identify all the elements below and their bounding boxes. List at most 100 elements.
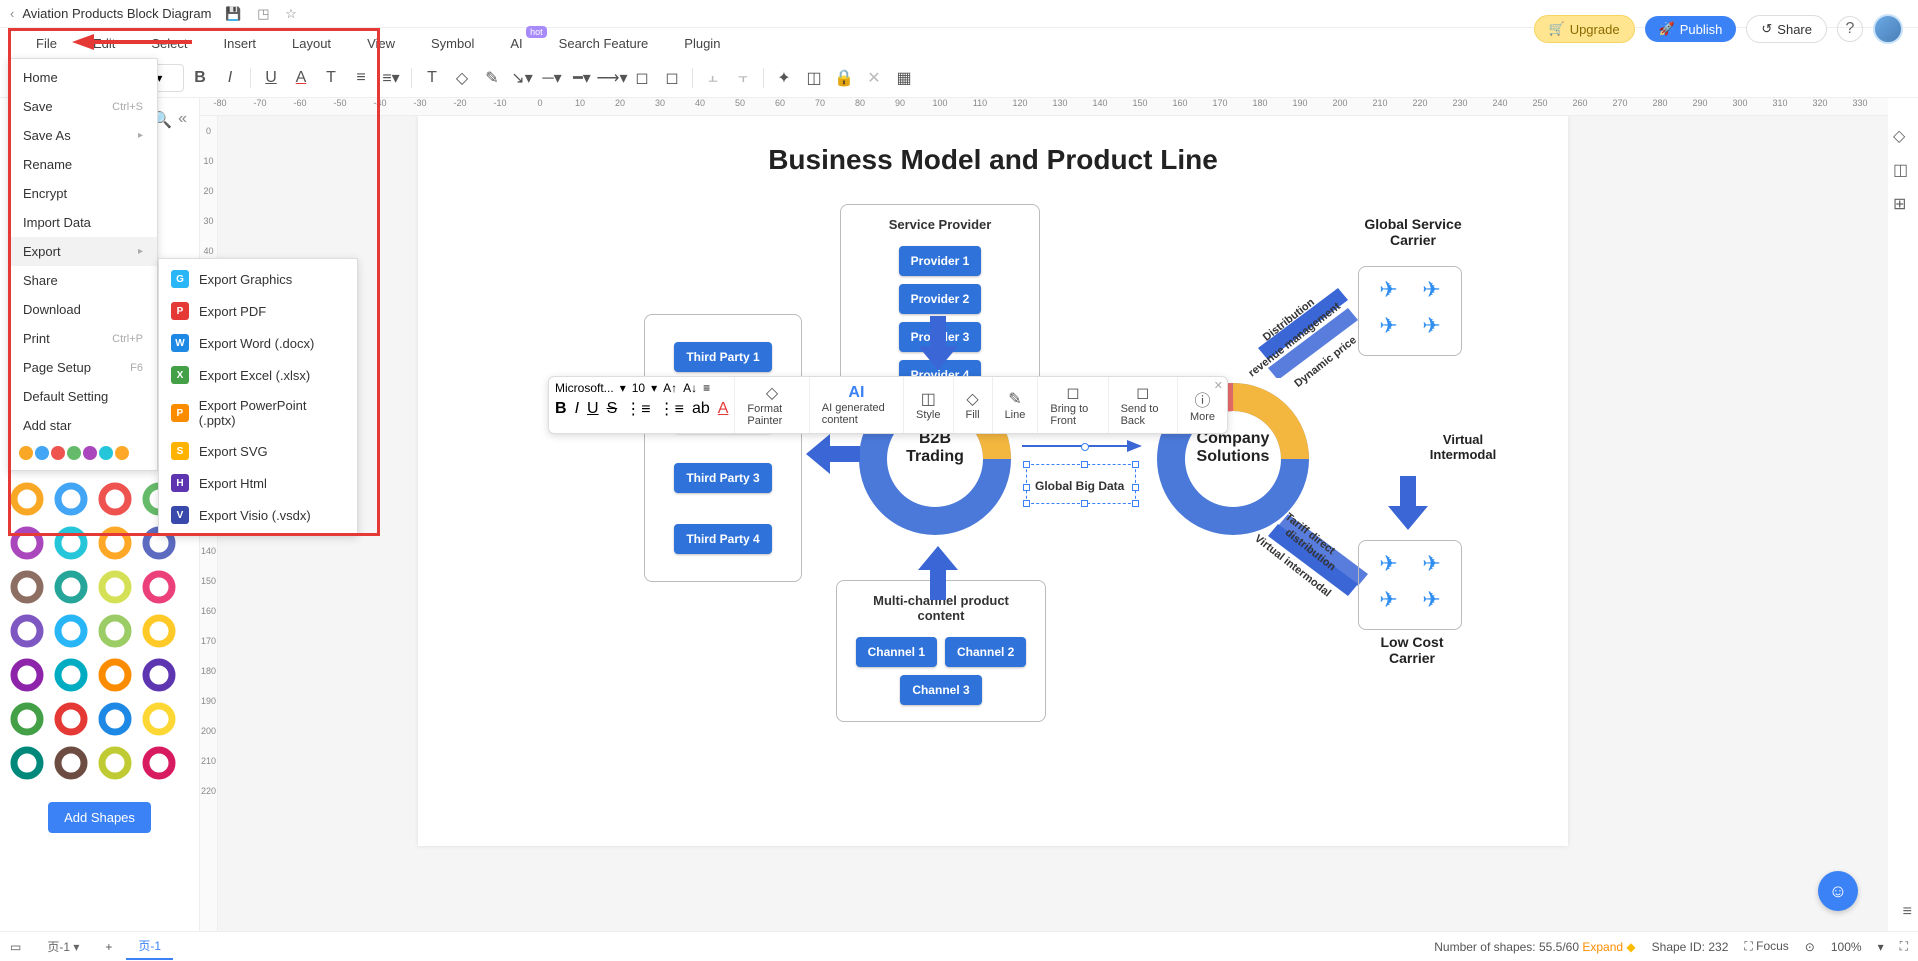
style-button[interactable]: ◫Style <box>904 377 953 433</box>
star-title-icon[interactable]: ☆ <box>285 6 297 21</box>
properties-icon[interactable]: ◫ <box>1893 160 1913 180</box>
menu-share[interactable]: Share <box>9 266 157 295</box>
menu-default-setting[interactable]: Default Setting <box>9 382 157 411</box>
menu-add-star[interactable]: Add star <box>9 411 157 440</box>
export-graphics[interactable]: GExport Graphics <box>159 263 357 295</box>
shape-swatch[interactable] <box>52 700 90 738</box>
layer-back-icon[interactable]: ◻ <box>658 64 686 92</box>
shape-swatch[interactable] <box>96 700 134 738</box>
menu-export[interactable]: Export▸ <box>9 237 157 266</box>
lcc-plane-box[interactable]: ✈✈ ✈✈ <box>1358 540 1462 630</box>
menu-page-setup[interactable]: Page SetupF6 <box>9 353 157 382</box>
shape-swatch[interactable] <box>96 612 134 650</box>
channel-chip[interactable]: Channel 3 <box>900 675 981 705</box>
third-party-chip[interactable]: Third Party 1 <box>674 342 771 372</box>
format-painter-button[interactable]: ◇Format Painter <box>735 377 809 433</box>
menu-plugin[interactable]: Plugin <box>666 36 738 51</box>
add-shapes-button[interactable]: Add Shapes <box>48 802 151 833</box>
line-button[interactable]: ✎Line <box>993 377 1039 433</box>
page-tab[interactable]: 页-1 <box>126 933 173 960</box>
menu-save-as[interactable]: Save As▸ <box>9 121 157 150</box>
focus-button[interactable]: ⛶ Focus <box>1744 939 1788 954</box>
text-color-icon[interactable]: A <box>718 400 729 418</box>
menu-file[interactable]: File <box>18 36 75 51</box>
add-page-icon[interactable]: + <box>105 940 112 954</box>
shape-swatch[interactable] <box>96 568 134 606</box>
shape-swatch[interactable] <box>8 744 46 782</box>
close-icon[interactable]: ✕ <box>1214 379 1223 392</box>
shape-swatch[interactable] <box>52 480 90 518</box>
bold-icon[interactable]: B <box>555 400 567 418</box>
gsc-plane-box[interactable]: ✈✈ ✈✈ <box>1358 266 1462 356</box>
channel-chip[interactable]: Channel 1 <box>856 637 937 667</box>
shape-swatch[interactable] <box>8 612 46 650</box>
fullscreen-icon[interactable]: ⛶ <box>1900 939 1908 954</box>
fit-icon[interactable]: ⊙ <box>1805 940 1815 954</box>
menu-symbol[interactable]: Symbol <box>413 36 492 51</box>
file-menu-palette[interactable] <box>9 440 157 466</box>
grid-icon[interactable]: ⊞ <box>1893 194 1913 214</box>
third-party-chip[interactable]: Third Party 3 <box>674 463 771 493</box>
paint-bucket-icon[interactable]: ◇ <box>1893 126 1913 146</box>
collapse-right-icon[interactable]: ≡ <box>1903 903 1912 921</box>
shape-swatch[interactable] <box>140 744 178 782</box>
global-big-data-label[interactable]: Global Big Data <box>1035 479 1124 493</box>
back-icon[interactable]: ‹ <box>10 6 14 21</box>
provider-chip[interactable]: Provider 1 <box>899 246 982 276</box>
connector-icon[interactable]: ↘▾ <box>508 64 536 92</box>
bring-front-button[interactable]: ◻Bring to Front <box>1038 377 1108 433</box>
align-dropdown-icon[interactable]: ≡▾ <box>377 64 405 92</box>
menu-search-feature[interactable]: Search Feature <box>541 36 667 51</box>
export-pdf[interactable]: PExport PDF <box>159 295 357 327</box>
shape-swatch[interactable] <box>52 568 90 606</box>
canvas[interactable]: Business Model and Product Line Service … <box>218 116 1888 931</box>
fill-icon[interactable]: ◇ <box>448 64 476 92</box>
collapse-icon[interactable]: « <box>178 110 187 130</box>
menu-edit[interactable]: Edit <box>75 36 133 51</box>
italic-icon[interactable]: I <box>575 400 579 418</box>
shape-swatch[interactable] <box>96 480 134 518</box>
zoom-level[interactable]: 100% <box>1831 940 1862 954</box>
table-icon[interactable]: ▦ <box>890 64 918 92</box>
shape-swatch[interactable] <box>96 524 134 562</box>
shape-swatch[interactable] <box>140 700 178 738</box>
shape-swatch[interactable] <box>140 612 178 650</box>
font-decrease-icon[interactable]: A↓ <box>683 381 697 395</box>
menu-save[interactable]: SaveCtrl+S <box>9 92 157 121</box>
export-svg[interactable]: SExport SVG <box>159 435 357 467</box>
align-icon[interactable]: ≡ <box>703 381 710 395</box>
export-html[interactable]: HExport Html <box>159 467 357 499</box>
crop-icon[interactable]: ◫ <box>800 64 828 92</box>
export-word[interactable]: WExport Word (.docx) <box>159 327 357 359</box>
menu-view[interactable]: View <box>349 36 413 51</box>
shape-swatch[interactable] <box>8 524 46 562</box>
menu-print[interactable]: PrintCtrl+P <box>9 324 157 353</box>
export-ppt[interactable]: PExport PowerPoint (.pptx) <box>159 391 357 435</box>
menu-encrypt[interactable]: Encrypt <box>9 179 157 208</box>
shape-swatch[interactable] <box>96 656 134 694</box>
menu-ai[interactable]: AI <box>492 36 540 51</box>
ctx-size-select[interactable]: 10 <box>632 381 645 395</box>
menu-download[interactable]: Download <box>9 295 157 324</box>
export-title-icon[interactable]: ◳ <box>257 6 269 21</box>
shape-swatch[interactable] <box>52 524 90 562</box>
menu-home[interactable]: Home <box>9 63 157 92</box>
menu-import-data[interactable]: Import Data <box>9 208 157 237</box>
save-title-icon[interactable]: 💾 <box>225 6 241 21</box>
align-left-icon[interactable]: ≡ <box>347 64 375 92</box>
menu-select[interactable]: Select <box>133 36 205 51</box>
text-style-icon[interactable]: T <box>317 64 345 92</box>
export-visio[interactable]: VExport Visio (.vsdx) <box>159 499 357 531</box>
export-excel[interactable]: XExport Excel (.xlsx) <box>159 359 357 391</box>
multichannel-box[interactable]: Multi-channel product content Channel 1 … <box>836 580 1046 722</box>
shape-swatch[interactable] <box>140 568 178 606</box>
lock-icon[interactable]: 🔒 <box>830 64 858 92</box>
numbered-icon[interactable]: ⋮≡ <box>659 399 684 419</box>
underline-icon[interactable]: U <box>257 64 285 92</box>
menu-insert[interactable]: Insert <box>206 36 275 51</box>
provider-chip[interactable]: Provider 2 <box>899 284 982 314</box>
italic-icon[interactable]: I <box>216 64 244 92</box>
shape-swatch[interactable] <box>8 568 46 606</box>
zoom-dropdown-icon[interactable]: ▾ <box>1878 940 1884 954</box>
text-tool-icon[interactable]: T <box>418 64 446 92</box>
